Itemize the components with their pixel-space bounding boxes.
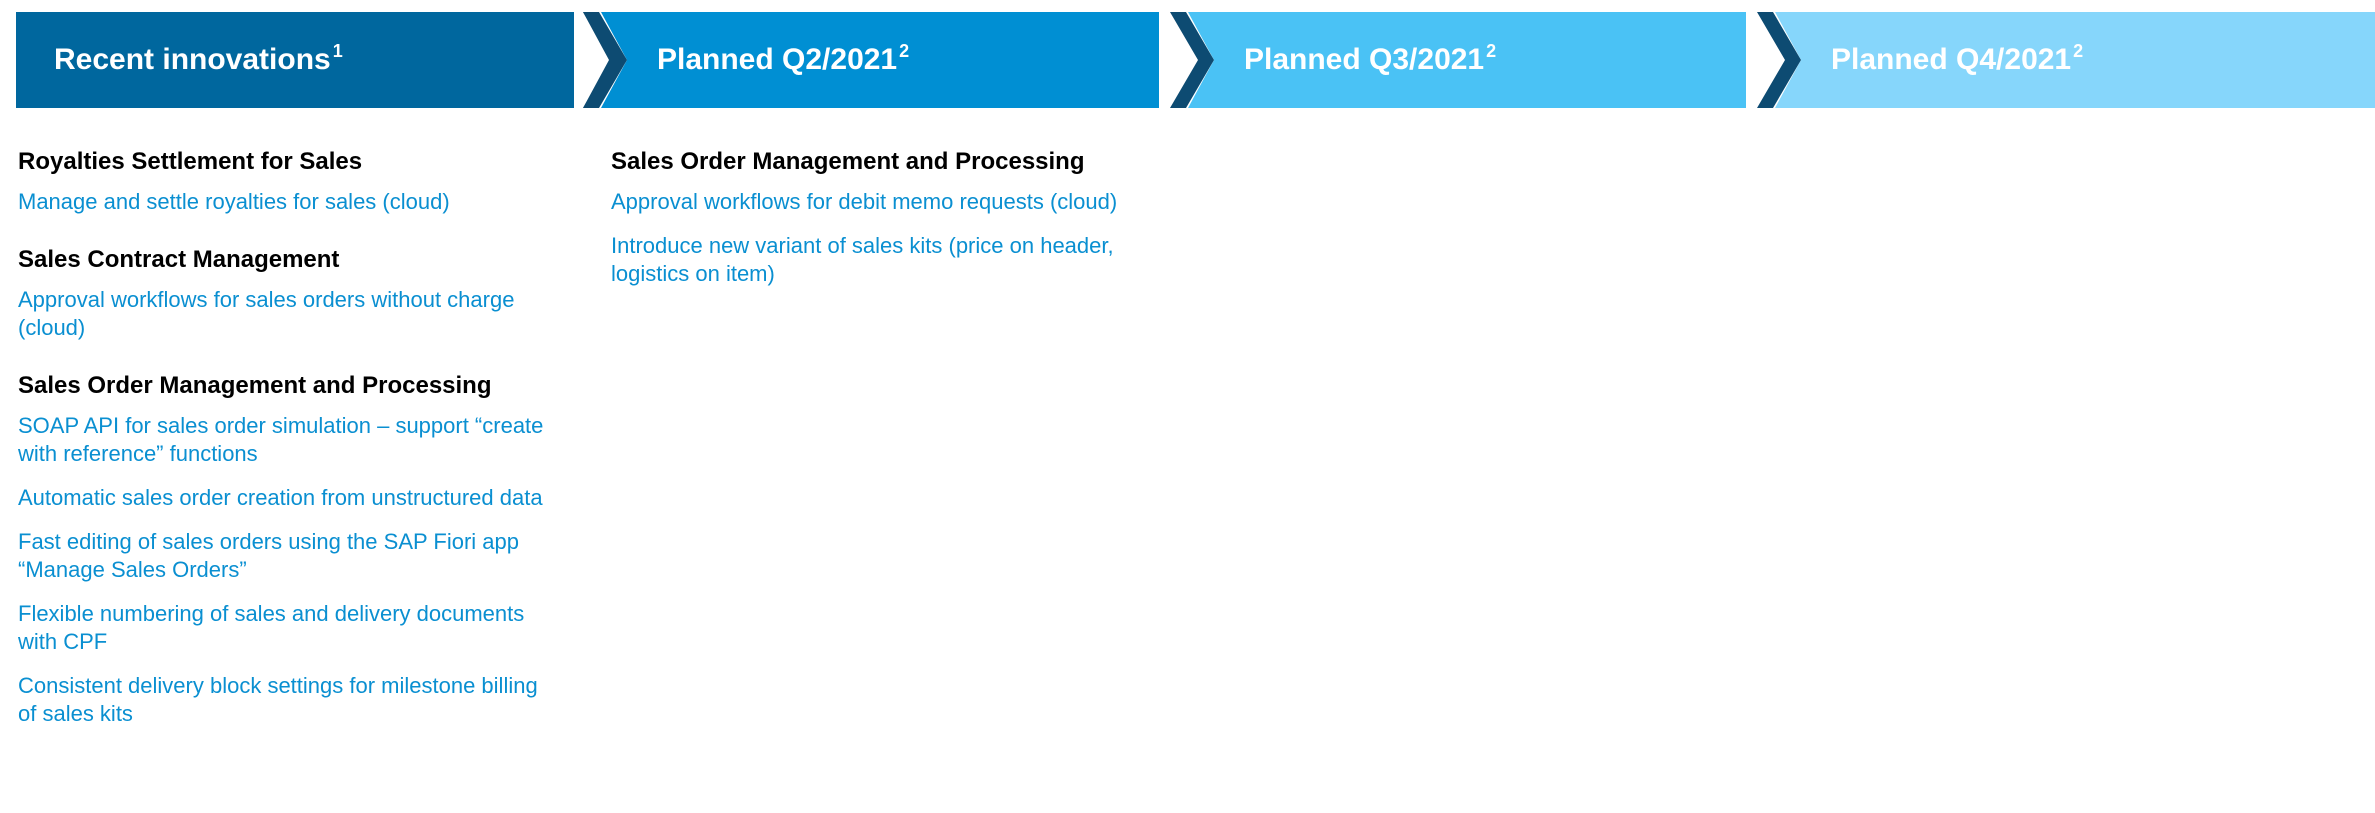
feature-item: Approval workflows for debit memo reques… <box>611 189 1118 214</box>
phase-recent-innovations: Recent innovations 1 <box>16 12 574 108</box>
chevron-divider-icon <box>1757 12 1801 108</box>
roadmap-header: Recent innovations 1 Planned Q2/2021 2 Pla… <box>0 12 2375 108</box>
feature-item: Introduce new variant of sales kits (pri… <box>611 233 1114 286</box>
feature-item: SOAP API for sales order simulation – su… <box>18 413 544 466</box>
footnote-marker: 2 <box>1486 41 1497 61</box>
chevron-divider-icon <box>583 12 627 108</box>
chevron-divider-icon <box>1170 12 1214 108</box>
feature-item: Fast editing of sales orders using the S… <box>18 529 519 582</box>
feature-item: Flexible numbering of sales and delivery… <box>18 601 525 654</box>
recent-innovations-column: Royalties Settlement for Sales Manage an… <box>18 146 548 756</box>
phase-label: Recent innovations 1 <box>54 12 343 108</box>
phase-label: Planned Q3/2021 2 <box>1244 12 1496 108</box>
phase-title: Planned Q3/2021 <box>1244 43 1485 76</box>
phase-planned-q2: Planned Q2/2021 2 <box>583 12 1159 108</box>
feature-item: Consistent delivery block settings for m… <box>18 673 538 726</box>
planned-q2-column: Sales Order Management and Processing Ap… <box>611 146 1141 316</box>
feature-group-sales-order: Sales Order Management and Processing Ap… <box>611 146 1141 288</box>
feature-group-sales-order: Sales Order Management and Processing SO… <box>18 370 548 728</box>
group-title: Sales Order Management and Processing <box>611 148 1085 175</box>
footnote-marker: 2 <box>899 41 910 61</box>
footnote-marker: 2 <box>2073 41 2084 61</box>
phase-planned-q3: Planned Q3/2021 2 <box>1170 12 1746 108</box>
feature-item: Manage and settle royalties for sales (c… <box>18 189 450 214</box>
group-title: Sales Order Management and Processing <box>18 372 492 399</box>
group-title: Sales Contract Management <box>18 246 340 273</box>
feature-group-royalties: Royalties Settlement for Sales Manage an… <box>18 146 548 216</box>
feature-item: Approval workflows for sales orders with… <box>18 287 515 340</box>
feature-group-sales-contract: Sales Contract Management Approval workf… <box>18 244 548 342</box>
phase-title: Planned Q2/2021 <box>657 43 898 76</box>
group-title: Royalties Settlement for Sales <box>18 148 363 175</box>
phase-planned-q4: Planned Q4/2021 2 <box>1757 12 2375 108</box>
feature-item: Automatic sales order creation from unst… <box>18 485 543 510</box>
phase-title: Planned Q4/2021 <box>1831 43 2072 76</box>
footnote-marker: 1 <box>332 41 343 61</box>
phase-title: Recent innovations <box>54 43 331 76</box>
phase-label: Planned Q2/2021 2 <box>657 12 909 108</box>
phase-label: Planned Q4/2021 2 <box>1831 12 2083 108</box>
